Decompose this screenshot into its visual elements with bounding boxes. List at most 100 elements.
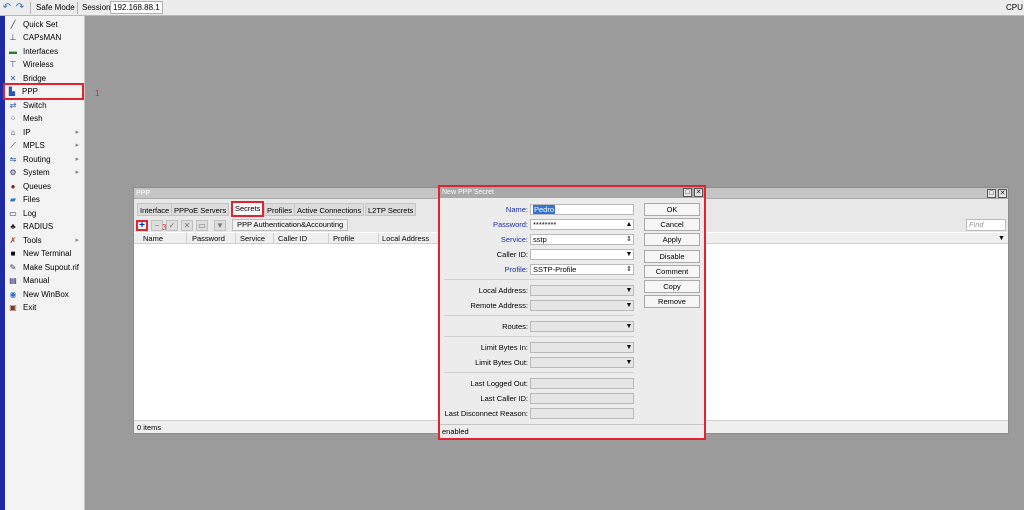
sidebar-item-label: MPLS [23, 141, 45, 150]
limit-bytes-in-field[interactable] [530, 342, 634, 353]
find-input[interactable]: Find [966, 219, 1006, 231]
caller-id-field[interactable] [530, 249, 634, 260]
dropdown-arrow-icon[interactable]: ⇕ [624, 264, 634, 275]
sidebar-item-wireless[interactable]: ⊤ Wireless [6, 58, 83, 71]
dialog-titlebar[interactable]: New PPP Secret □ ✕ [440, 187, 704, 198]
sidebar-item-mesh[interactable]: ⁘ Mesh [6, 112, 83, 125]
remote-address-field[interactable] [530, 300, 634, 311]
tab-secrets[interactable]: Secrets [231, 201, 265, 217]
sidebar-item-new-terminal[interactable]: ■ New Terminal [6, 247, 83, 260]
sidebar-item-radius[interactable]: ♣ RADIUS [6, 220, 83, 233]
add-icon[interactable]: + [136, 220, 148, 231]
filter-icon[interactable]: ▼ [214, 220, 226, 231]
copy-button[interactable]: Copy [644, 280, 700, 293]
enable-icon[interactable]: ✓ [166, 220, 178, 231]
submenu-arrow-icon: ▸ [75, 129, 79, 136]
ok-button[interactable]: OK [644, 203, 700, 216]
ethernet-icon: ▬ [9, 47, 17, 56]
local-address-field[interactable] [530, 285, 634, 296]
dialog-title: New PPP Secret [442, 189, 495, 196]
maximize-icon[interactable]: □ [987, 189, 996, 198]
expand-arrow-icon[interactable]: ▼ [624, 342, 634, 353]
last-caller-id-field [530, 393, 634, 404]
tab-profiles[interactable]: Profiles [264, 203, 296, 216]
dropdown-arrow-icon[interactable]: ⇕ [624, 234, 634, 245]
expand-arrow-icon[interactable]: ▼ [624, 357, 634, 368]
undo-icon[interactable]: ↶ [1, 2, 13, 14]
apply-button[interactable]: Apply [644, 233, 700, 246]
sidebar-item-ppp[interactable]: ▙ PPP [3, 83, 84, 100]
sidebar-item-label: Log [23, 209, 37, 218]
close-icon[interactable]: ✕ [694, 188, 703, 197]
gear-icon: ⚙ [9, 168, 17, 177]
disable-button[interactable]: Disable [644, 250, 700, 263]
last-disconnect-reason-label: Last Disconnect Reason: [444, 409, 528, 418]
redo-icon[interactable]: ↷ [14, 2, 26, 14]
sidebar-item-exit[interactable]: ▣ Exit [6, 301, 83, 314]
tab-l2tp-secrets[interactable]: L2TP Secrets [365, 203, 417, 216]
sidebar-item-ip[interactable]: ⌂ IP ▸ [6, 126, 83, 139]
sidebar-item-log[interactable]: ▭ Log [6, 207, 83, 220]
safe-mode-button[interactable]: Safe Mode [36, 3, 75, 13]
sidebar-item-routing[interactable]: ⇋ Routing ▸ [6, 153, 83, 166]
maximize-icon[interactable]: □ [683, 188, 692, 197]
remote-address-label: Remote Address: [470, 301, 528, 310]
annotation-number-1: 1 [95, 89, 100, 98]
tab-pppoe-servers[interactable]: PPPoE Servers [171, 203, 230, 216]
session-address: 192.168.88.1 [110, 1, 163, 14]
column-local-address[interactable]: Local Address [382, 233, 429, 244]
remove-button[interactable]: Remove [644, 295, 700, 308]
tab-active-connections[interactable]: Active Connections [294, 203, 365, 216]
sidebar-item-files[interactable]: ▰ Files [6, 193, 83, 206]
expand-arrow-icon[interactable]: ▼ [624, 321, 634, 332]
service-select[interactable]: sstp [530, 234, 634, 245]
sidebar-item-label: Mesh [23, 114, 43, 123]
limit-bytes-out-field[interactable] [530, 357, 634, 368]
exit-icon: ▣ [9, 303, 17, 312]
comment-icon[interactable]: ▭ [196, 220, 208, 231]
column-menu-icon[interactable]: ▼ [998, 233, 1005, 244]
column-password[interactable]: Password [192, 233, 225, 244]
expand-arrow-icon[interactable]: ▼ [624, 249, 634, 260]
expand-arrow-icon[interactable]: ▼ [624, 300, 634, 311]
column-name[interactable]: Name [143, 233, 163, 244]
comment-button[interactable]: Comment [644, 265, 700, 278]
column-caller-id[interactable]: Caller ID [278, 233, 307, 244]
queue-icon: ● [10, 182, 16, 191]
routes-label: Routes: [502, 322, 528, 331]
cancel-button[interactable]: Cancel [644, 218, 700, 231]
sidebar-item-queues[interactable]: ● Queues [6, 180, 83, 193]
routes-field[interactable] [530, 321, 634, 332]
name-field[interactable]: Pedro [530, 204, 634, 215]
sidebar-item-tools[interactable]: ✗ Tools ▸ [6, 234, 83, 247]
disable-icon[interactable]: ✕ [181, 220, 193, 231]
sidebar-item-mpls[interactable]: ⟋ MPLS ▸ [6, 139, 83, 152]
collapse-arrow-icon[interactable]: ▲ [624, 219, 634, 230]
sidebar-item-label: Interfaces [23, 47, 59, 56]
sidebar-item-label: Tools [23, 236, 42, 245]
ppp-authentication-accounting-button[interactable]: PPP Authentication&Accounting [232, 219, 349, 231]
dialog-status-bar: enabled [440, 424, 704, 438]
log-icon: ▭ [9, 209, 17, 218]
toolbar-divider [77, 2, 78, 14]
column-profile[interactable]: Profile [333, 233, 354, 244]
column-service[interactable]: Service [240, 233, 265, 244]
sidebar-item-quick-set[interactable]: ╱ Quick Set [6, 18, 83, 31]
sidebar-item-label: Switch [23, 101, 47, 110]
sidebar-item-bridge[interactable]: ✕ Bridge [6, 72, 83, 85]
sidebar-item-manual[interactable]: ▤ Manual [6, 274, 83, 287]
close-icon[interactable]: ✕ [998, 189, 1007, 198]
sidebar-item-make-supout[interactable]: ✎ Make Supout.rif [6, 261, 83, 274]
sidebar-item-system[interactable]: ⚙ System ▸ [6, 166, 83, 179]
sidebar-item-switch[interactable]: ⇄ Switch [6, 99, 83, 112]
expand-arrow-icon[interactable]: ▼ [624, 285, 634, 296]
password-label: Password: [492, 220, 528, 229]
sidebar-item-interfaces[interactable]: ▬ Interfaces [6, 45, 83, 58]
profile-label: Profile: [504, 265, 528, 274]
ip-icon: ⌂ [10, 128, 16, 137]
sidebar-item-capsman[interactable]: ⊥ CAPsMAN [6, 31, 83, 44]
profile-select[interactable]: SSTP-Profile [530, 264, 634, 275]
tab-interface[interactable]: Interface [137, 203, 173, 216]
password-field[interactable]: ******** [530, 219, 634, 230]
sidebar-item-new-winbox[interactable]: ◉ New WinBox [6, 288, 83, 301]
